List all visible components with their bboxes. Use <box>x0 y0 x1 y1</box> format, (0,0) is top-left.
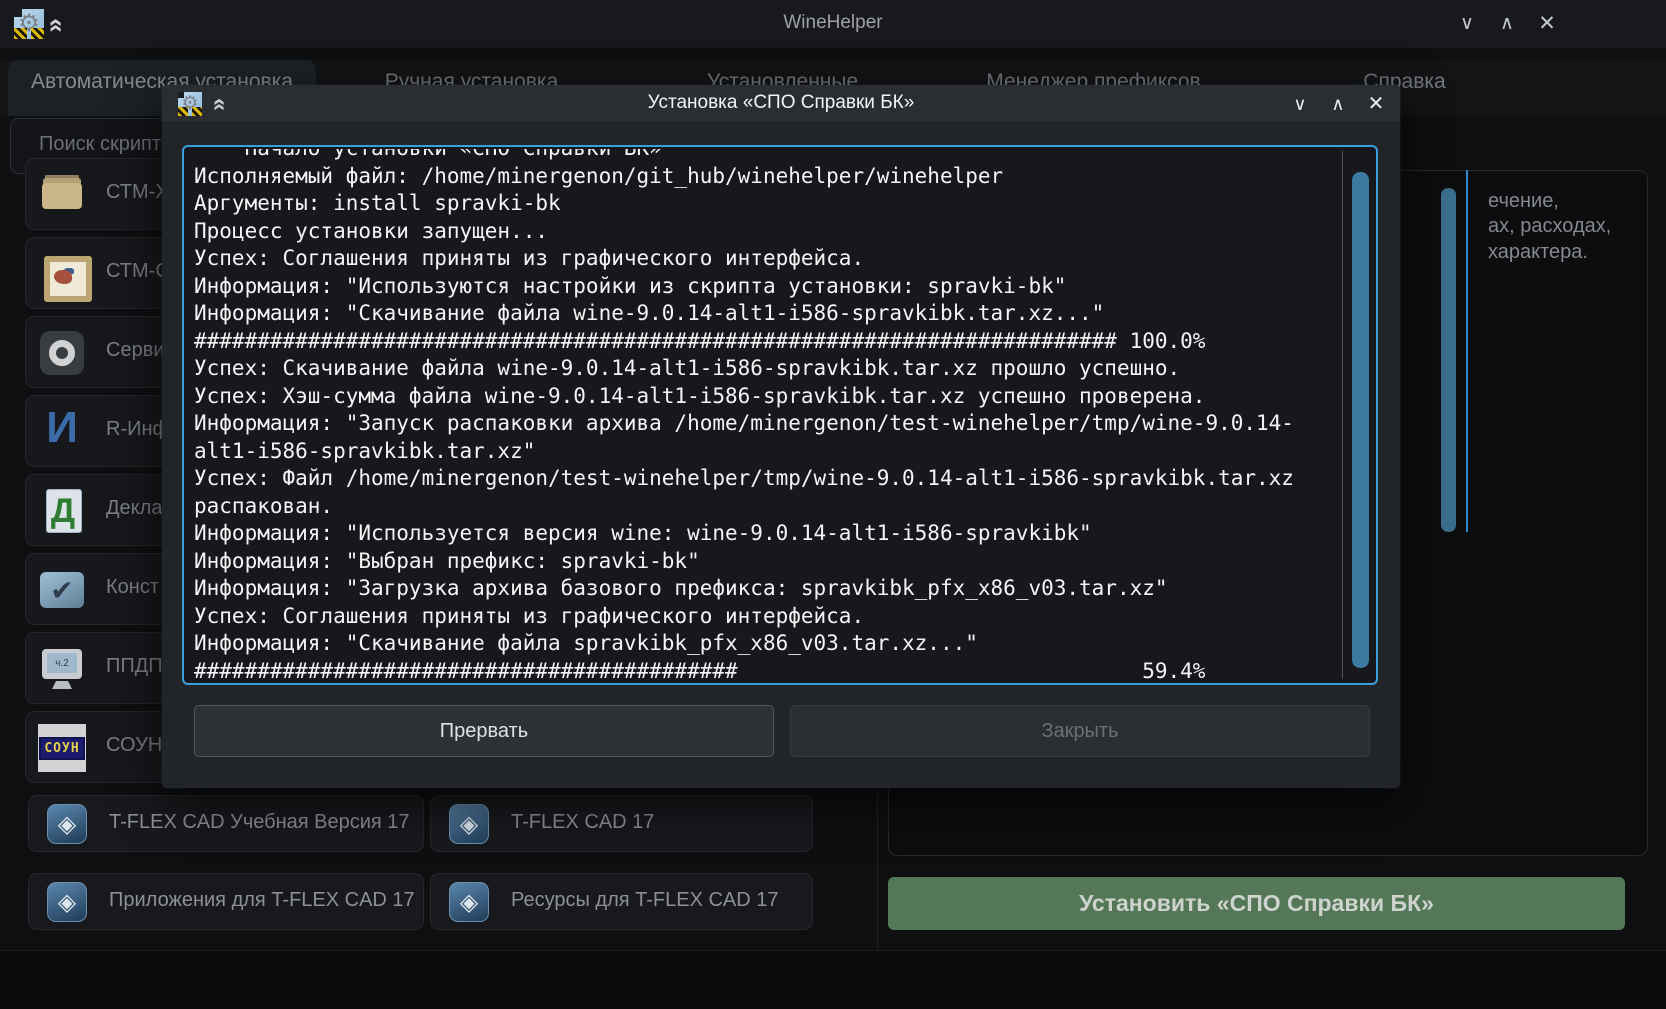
log-line: Информация: "Выбран префикс: spravki-bk" <box>194 548 1374 576</box>
description-text-fragment: ах, расходах, <box>1488 215 1611 238</box>
abort-button[interactable]: Прервать <box>194 705 774 757</box>
log-line: распакован. <box>194 493 1374 521</box>
install-dialog: ⚙ « Установка «СПО Справки БК» ∨ ∧ ✕ Нач… <box>162 85 1400 788</box>
script-item-label: СТМ-Х <box>106 181 169 204</box>
log-line: Успех: Файл /home/minergenon/test-winehe… <box>194 465 1374 493</box>
script-item-label: Серви <box>106 339 165 362</box>
script-item-label: T-FLEX CAD 17 <box>511 811 654 834</box>
log-line: Успех: Хэш-сумма файла wine-9.0.14-alt1-… <box>194 383 1374 411</box>
script-item-tflex-study[interactable]: ◈ T-FLEX CAD Учебная Версия 17 <box>28 795 424 852</box>
monitor-icon: ч.2 <box>38 645 86 693</box>
script-item-label: Ресурсы для T-FLEX CAD 17 <box>511 889 779 912</box>
script-item-tflex-apps[interactable]: ◈ Приложения для T-FLEX CAD 17 <box>28 873 424 930</box>
minimize-button[interactable]: ∨ <box>1452 10 1482 38</box>
soun-logo-icon: СОУН <box>38 724 86 772</box>
desktop-screen: ⚙ « WineHelper ∨ ∧ ✕ Автоматическая уста… <box>0 0 1666 1009</box>
picture-frame-icon <box>38 250 86 298</box>
description-text-fragment: характера. <box>1488 241 1588 264</box>
log-line: Информация: "Используется версия wine: w… <box>194 520 1374 548</box>
log-line: Успех: Соглашения приняты из графическог… <box>194 245 1374 273</box>
log-viewport: Начало установки «СПО Справки БК» Исполн… <box>186 149 1374 681</box>
script-item-label: T-FLEX CAD Учебная Версия 17 <box>109 811 410 834</box>
main-titlebar: ⚙ « WineHelper ∨ ∧ ✕ <box>0 0 1666 48</box>
log-line: Аргументы: install spravki-bk <box>194 190 1374 218</box>
letter-i-icon: И <box>38 408 86 456</box>
search-placeholder: Поиск скрипта <box>39 133 172 156</box>
script-item-label: СОУН <box>106 734 162 757</box>
close-dialog-button[interactable]: Закрыть <box>790 705 1370 757</box>
install-log-output[interactable]: Начало установки «СПО Справки БК» Исполн… <box>182 145 1378 685</box>
tflex-cad-icon: ◈ <box>47 882 87 922</box>
dialog-title: Установка «СПО Справки БК» <box>162 92 1400 114</box>
log-scrollbar-track <box>1342 151 1343 679</box>
maximize-button[interactable]: ∧ <box>1492 10 1522 38</box>
script-item-label: ППДП <box>106 655 163 678</box>
log-line: Процесс установки запущен... <box>194 218 1374 246</box>
script-item-label: Декла <box>106 497 162 520</box>
script-item-label: СТМ-С <box>106 260 170 283</box>
install-button[interactable]: Установить «СПО Справки БК» <box>888 877 1625 930</box>
scripts-panel-edge <box>1466 170 1468 532</box>
panel-divider <box>877 790 878 948</box>
folders-icon <box>38 171 86 219</box>
description-text-fragment: ечение, <box>1488 190 1559 213</box>
tflex-cad-icon: ◈ <box>449 804 489 844</box>
dialog-close-button[interactable]: ✕ <box>1361 90 1391 118</box>
log-line: Информация: "Запуск распаковки архива /h… <box>194 410 1374 438</box>
log-progress-line-current: ########################################… <box>194 658 1374 682</box>
script-item-tflex-cad17[interactable]: ◈ T-FLEX CAD 17 <box>430 795 813 852</box>
log-scrollbar-thumb[interactable] <box>1352 172 1369 668</box>
log-line: Информация: "Загрузка архива базового пр… <box>194 575 1374 603</box>
log-line: alt1-i586-spravkibk.tar.xz" <box>194 438 1374 466</box>
ring-icon <box>38 329 86 377</box>
log-line: Информация: "Скачивание файла spravkibk_… <box>194 630 1374 658</box>
window-bottom-strip <box>0 950 1666 1009</box>
tflex-cad-icon: ◈ <box>47 804 87 844</box>
script-item-label: Приложения для T-FLEX CAD 17 <box>109 889 415 912</box>
document-icon: Д <box>38 487 86 535</box>
dialog-titlebar: ⚙ « Установка «СПО Справки БК» ∨ ∧ ✕ <box>162 85 1400 123</box>
script-item-label: R-Инф <box>106 418 169 441</box>
dialog-minimize-button[interactable]: ∨ <box>1285 90 1315 118</box>
checkmark-screen-icon: ✔ <box>38 566 86 614</box>
log-line: Успех: Соглашения приняты из графическог… <box>194 603 1374 631</box>
tflex-cad-icon: ◈ <box>449 882 489 922</box>
log-line: Информация: "Используются настройки из с… <box>194 273 1374 301</box>
scripts-list-scrollbar[interactable] <box>1441 188 1456 532</box>
log-line: Информация: "Скачивание файла wine-9.0.1… <box>194 300 1374 328</box>
script-item-tflex-resources[interactable]: ◈ Ресурсы для T-FLEX CAD 17 <box>430 873 813 930</box>
close-button[interactable]: ✕ <box>1532 10 1562 38</box>
log-progress-line-complete: ########################################… <box>194 328 1374 356</box>
dialog-maximize-button[interactable]: ∧ <box>1323 90 1353 118</box>
log-line: Успех: Скачивание файла wine-9.0.14-alt1… <box>194 355 1374 383</box>
log-line: Начало установки «СПО Справки БК» <box>194 149 1374 163</box>
log-line: Исполняемый файл: /home/minergenon/git_h… <box>194 163 1374 191</box>
log-content: Начало установки «СПО Справки БК» Исполн… <box>194 149 1374 681</box>
script-item-label: Конст <box>106 576 159 599</box>
main-window-title: WineHelper <box>0 12 1666 34</box>
